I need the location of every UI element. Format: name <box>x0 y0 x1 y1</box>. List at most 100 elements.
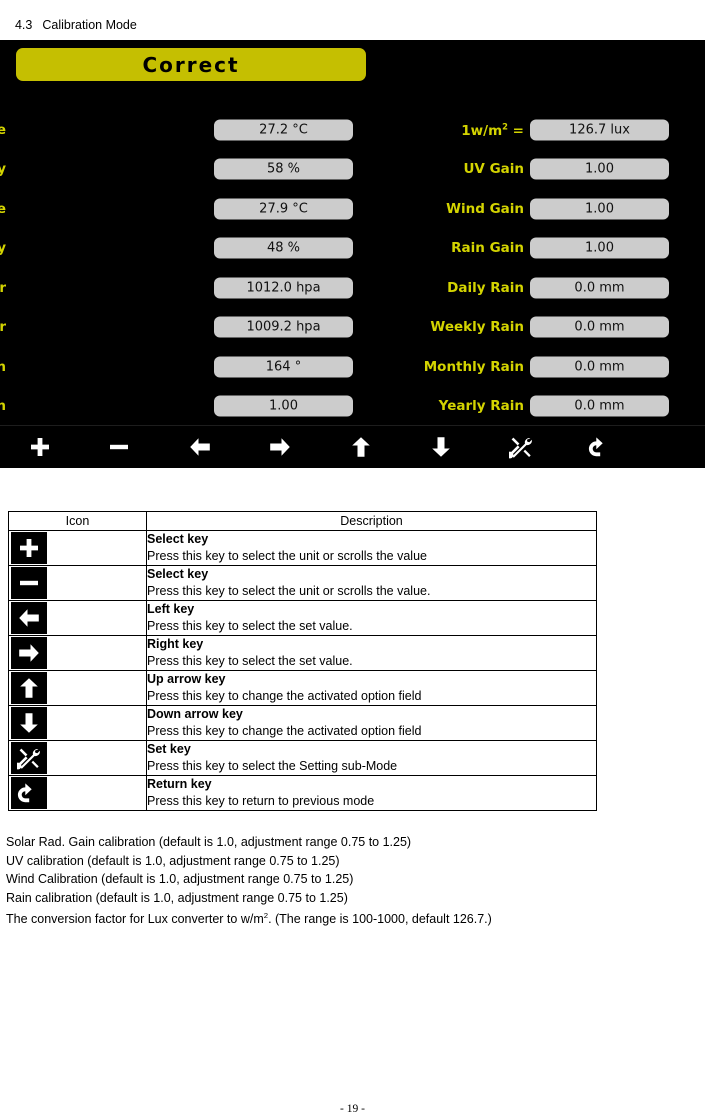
field-row: Weekly Rain 0.0 mm <box>410 308 705 348</box>
toolbar-arrow-right-button[interactable] <box>250 426 310 468</box>
key-title: Right key <box>147 637 204 651</box>
toolbar-arrow-down-button[interactable] <box>411 426 471 468</box>
field-row: REL Barometer 1009.2 hpa <box>0 308 360 348</box>
table-header-row: Icon Description <box>8 511 597 531</box>
field-value[interactable]: 1.00 <box>530 237 669 259</box>
left-field-column: Indoor Temperature 27.2 °C Indoor Humidity… <box>0 110 360 426</box>
note-lux-prefix: The conversion factor for Lux converter … <box>6 912 264 927</box>
field-value[interactable]: 48 % <box>214 237 353 259</box>
field-label: 1w/m2 = <box>461 121 524 139</box>
minus-icon <box>11 567 47 599</box>
mode-title-badge: Correct <box>16 48 366 81</box>
field-row: UV Gain 1.00 <box>410 150 705 190</box>
field-value[interactable]: 1.00 <box>214 395 353 417</box>
field-value[interactable]: 1009.2 hpa <box>214 316 353 338</box>
table-cell-icon <box>8 775 147 811</box>
toolbar-plus-button[interactable] <box>10 426 70 468</box>
field-value[interactable]: 0.0 mm <box>530 395 669 417</box>
key-description: Press this key to return to previous mod… <box>147 793 375 808</box>
field-value[interactable]: 27.9 °C <box>214 198 353 220</box>
field-value[interactable]: 0.0 mm <box>530 277 669 299</box>
key-title: Set key <box>147 742 191 756</box>
key-title: Select key <box>147 532 209 546</box>
table-cell-icon <box>8 670 147 706</box>
table-cell-icon <box>8 530 147 566</box>
arrow-right-icon <box>11 637 47 669</box>
arrow-up-icon <box>11 672 47 704</box>
toolbar-arrow-up-button[interactable] <box>331 426 391 468</box>
calibration-notes: Solar Rad. Gain calibration (default is … <box>6 833 646 929</box>
field-row: Wind Gain 1.00 <box>410 189 705 229</box>
arrow-up-icon <box>349 435 373 459</box>
field-value[interactable]: 0.0 mm <box>530 356 669 378</box>
field-label: Rain Gain <box>451 240 524 257</box>
key-description: Press this key to select the set value. <box>147 618 353 633</box>
arrow-right-icon <box>268 435 292 459</box>
field-row: Rain Gain 1.00 <box>410 229 705 269</box>
toolbar-tools-button[interactable] <box>491 426 551 468</box>
section-title: Calibration Mode <box>42 18 137 32</box>
toolbar-return-button[interactable] <box>570 426 630 468</box>
table-cell-icon <box>8 600 147 636</box>
toolbar-minus-button[interactable] <box>89 426 149 468</box>
field-label: Daily Rain <box>447 279 524 296</box>
field-label: Yearly Rain <box>438 398 524 415</box>
minus-icon <box>107 435 131 459</box>
field-value[interactable]: 1012.0 hpa <box>214 277 353 299</box>
table-cell-description: Right key Press this key to select the se… <box>146 635 597 671</box>
key-description: Press this key to select the Setting sub… <box>147 758 398 773</box>
arrow-down-icon <box>429 435 453 459</box>
table-cell-description: Left key Press this key to select the set… <box>146 600 597 636</box>
plus-icon <box>11 532 47 564</box>
key-title: Select key <box>147 567 209 581</box>
table-cell-description: Set key Press this key to select the Sett… <box>146 740 597 776</box>
note-line: Wind Calibration (default is 1.0, adjust… <box>6 872 354 886</box>
field-label: Outdoor Humidity <box>0 240 6 257</box>
right-field-column: 1w/m2 = 126.7 lux UV Gain 1.00 Wind Gain 1.00… <box>410 110 705 426</box>
table-cell-icon <box>8 635 147 671</box>
table-cell-icon <box>8 705 147 741</box>
field-value[interactable]: 27.2 °C <box>214 119 353 141</box>
field-value[interactable]: 1.00 <box>530 198 669 220</box>
key-description-table: Icon Description Select key Press this ke… <box>8 511 597 811</box>
field-row: Monthly Rain 0.0 mm <box>410 347 705 387</box>
field-row: Solar Rad. Gain 1.00 <box>0 387 360 427</box>
field-label: Weekly Rain <box>430 319 524 336</box>
field-label: Outdoor Temperature <box>0 200 6 217</box>
page-title: 4.3 Calibration Mode <box>8 0 137 34</box>
table-cell-description: Select key Press this key to select the u… <box>146 530 597 566</box>
field-value[interactable]: 1.00 <box>530 158 669 180</box>
section-number: 4.3 <box>14 18 33 32</box>
return-icon <box>11 777 47 809</box>
key-description: Press this key to select the unit or scr… <box>147 583 431 598</box>
tools-icon <box>509 435 533 459</box>
table-cell-description: Up arrow key Press this key to change the… <box>146 670 597 706</box>
key-description: Press this key to select the set value. <box>147 653 353 668</box>
arrow-left-icon <box>11 602 47 634</box>
table-row: Right key Press this key to select the se… <box>8 635 597 671</box>
field-row: ABS Barometer 1012.0 hpa <box>0 268 360 308</box>
field-row: Wind Direction 164 ° <box>0 347 360 387</box>
table-cell-icon <box>8 740 147 776</box>
key-title: Up arrow key <box>147 672 226 686</box>
device-screen: Correct Indoor Temperature27.2 °CIndoor … <box>0 40 705 468</box>
table-cell-description: Down arrow key Press this key to change t… <box>146 705 597 741</box>
field-label: Wind Direction <box>0 358 6 375</box>
field-row: Indoor Humidity 58 % <box>0 150 360 190</box>
header-icon: Icon <box>8 511 147 531</box>
field-value[interactable]: 164 ° <box>214 356 353 378</box>
table-cell-icon <box>8 565 147 601</box>
field-value[interactable]: 0.0 mm <box>530 316 669 338</box>
toolbar-arrow-left-button[interactable] <box>170 426 230 468</box>
field-label: Indoor Temperature <box>0 121 6 138</box>
table-row: Select key Press this key to select the u… <box>8 530 597 566</box>
device-toolbar <box>0 425 705 468</box>
note-line: Solar Rad. Gain calibration (default is … <box>6 835 412 849</box>
table-row: Select key Press this key to select the u… <box>8 565 597 601</box>
note-line: Rain calibration (default is 1.0, adjust… <box>6 890 348 905</box>
field-label: Monthly Rain <box>423 358 524 375</box>
field-value[interactable]: 126.7 lux <box>530 119 669 141</box>
tools-icon <box>11 742 47 774</box>
key-description: Press this key to change the activated o… <box>147 688 422 703</box>
field-value[interactable]: 58 % <box>214 158 353 180</box>
